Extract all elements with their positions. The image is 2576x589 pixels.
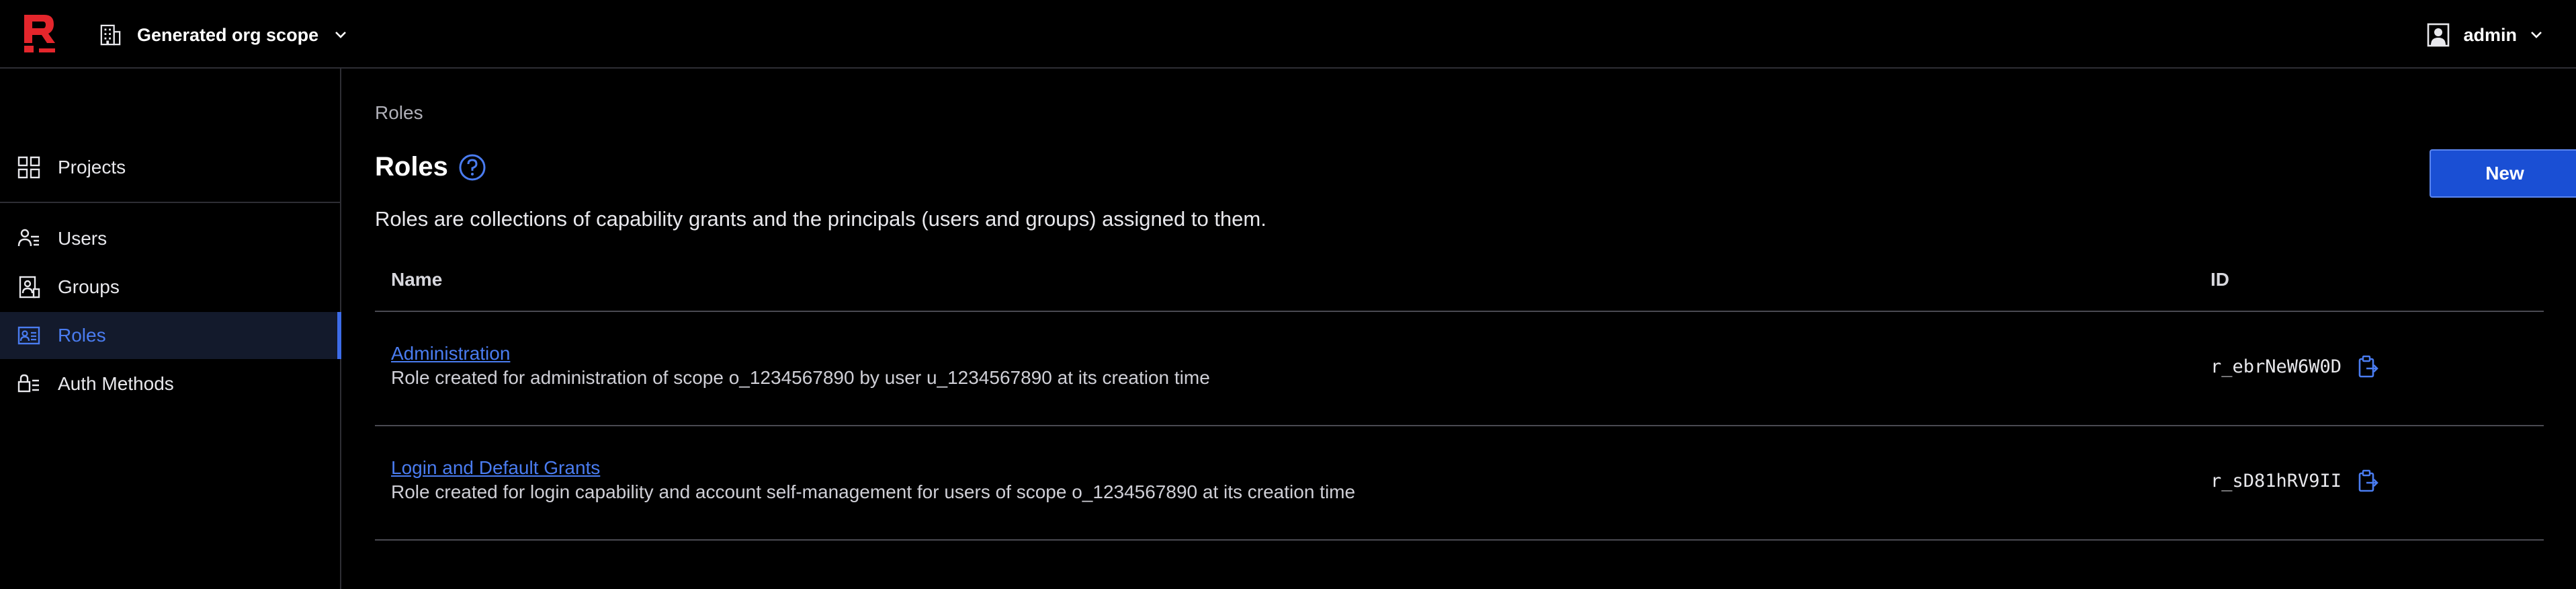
sidebar-item-roles[interactable]: Roles <box>0 312 341 359</box>
sidebar-divider <box>0 202 340 203</box>
users-icon <box>17 229 39 247</box>
groups-icon <box>19 276 40 299</box>
sidebar-item-auth-methods[interactable]: Auth Methods <box>0 360 340 407</box>
roles-icon <box>17 326 40 345</box>
building-icon <box>100 24 121 46</box>
top-header: Generated org scope admin <box>0 0 2576 69</box>
sidebar-item-label: Roles <box>58 325 106 346</box>
role-name-link[interactable]: Login and Default Grants <box>391 457 600 479</box>
page-title: Roles <box>375 152 448 182</box>
copy-icon[interactable] <box>2357 469 2378 494</box>
sidebar-item-label: Groups <box>58 276 120 297</box>
role-name-link[interactable]: Administration <box>391 343 510 364</box>
help-icon[interactable] <box>458 153 487 182</box>
sidebar-item-users[interactable]: Users <box>0 215 340 262</box>
page-title-row: Roles <box>375 152 487 182</box>
table-row: Login and Default Grants Role created fo… <box>375 426 2544 541</box>
sidebar-item-groups[interactable]: Groups <box>0 264 340 311</box>
scope-switcher-label: Generated org scope <box>137 24 319 45</box>
sidebar-item-label: Users <box>58 228 108 249</box>
sidebar-item-label: Auth Methods <box>58 373 174 394</box>
chevron-down-icon <box>335 32 347 38</box>
chevron-down-icon <box>2531 32 2542 38</box>
brand-logo[interactable] <box>22 13 59 55</box>
copy-icon[interactable] <box>2357 355 2378 379</box>
table-header: Name ID <box>375 257 2544 312</box>
sidebar-item-label: Projects <box>58 157 126 178</box>
new-role-button[interactable]: New <box>2430 149 2576 198</box>
column-header-id: ID <box>2210 269 2229 290</box>
user-avatar-icon <box>2428 23 2450 47</box>
user-menu-label: admin <box>2463 24 2517 45</box>
grid-icon <box>17 156 40 179</box>
role-id: r_ebrNeW6W0D <box>2210 356 2342 377</box>
table-row: Administration Role created for administ… <box>375 312 2544 426</box>
role-description: Role created for administration of scope… <box>391 367 1210 388</box>
breadcrumb[interactable]: Roles <box>375 102 423 124</box>
scope-switcher[interactable]: Generated org scope <box>99 20 347 50</box>
role-id: r_sD81hRV9II <box>2210 471 2342 492</box>
user-menu[interactable]: admin <box>2427 20 2542 50</box>
page-description: Roles are collections of capability gran… <box>375 207 1266 231</box>
sidebar-item-projects[interactable]: Projects <box>0 144 340 191</box>
sidebar: Projects Users Groups Roles Auth Methods <box>0 69 341 589</box>
column-header-name: Name <box>391 269 443 290</box>
auth-methods-icon <box>17 374 39 393</box>
role-description: Role created for login capability and ac… <box>391 481 1356 502</box>
roles-table: Name ID Administration Role created for … <box>375 257 2544 541</box>
